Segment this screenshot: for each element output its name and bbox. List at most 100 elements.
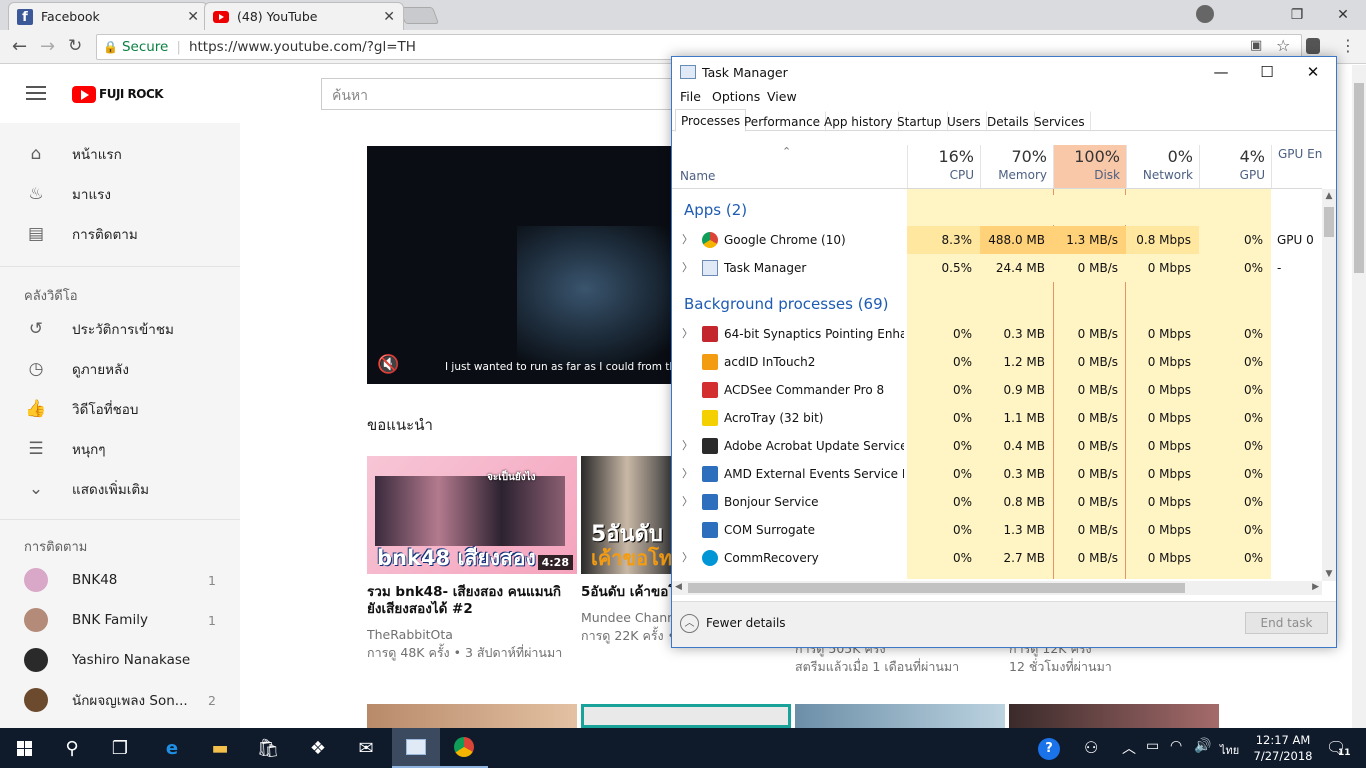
tab-users[interactable]: Users: [941, 111, 987, 132]
maximize-icon[interactable]: ☐: [1244, 57, 1290, 87]
store-icon[interactable]: 🛍: [244, 728, 292, 768]
column-cpu[interactable]: 16% CPU: [907, 145, 980, 189]
chevron-right-icon[interactable]: 〉: [682, 488, 693, 516]
chevron-up-icon[interactable]: ︿: [680, 614, 699, 633]
channel-name[interactable]: TheRabbitOta: [367, 626, 572, 644]
sidebar-item-show-more[interactable]: ⌄ แสดงเพิ่มเติม: [0, 469, 240, 509]
back-icon[interactable]: ←: [12, 36, 27, 57]
sidebar-item-trending[interactable]: ♨ มาแรง: [0, 174, 240, 214]
chevron-right-icon[interactable]: 〉: [682, 254, 693, 282]
sidebar-item-home[interactable]: ⌂ หน้าแรก: [0, 134, 240, 174]
windows-start-icon[interactable]: [0, 728, 48, 768]
subscription-item[interactable]: Yashiro Nanakase: [0, 640, 240, 680]
process-row[interactable]: acdID InTouch2 0% 1.2 MB 0 MB/s 0 Mbps 0%: [672, 348, 1322, 376]
hamburger-icon[interactable]: [26, 86, 46, 100]
vertical-scrollbar[interactable]: ▲ ▼: [1322, 189, 1336, 581]
process-row[interactable]: 〉 64-bit Synaptics Pointing Enhan... 0% 0.3…: [672, 320, 1322, 348]
process-row[interactable]: 〉 Adobe Acrobat Update Service (... 0% 0.4 …: [672, 432, 1322, 460]
tab-services[interactable]: Services: [1028, 111, 1091, 132]
battery-icon[interactable]: ▭: [1146, 738, 1159, 754]
column-gpu-engine[interactable]: GPU Engine: [1271, 145, 1322, 189]
video-thumbnail[interactable]: [795, 704, 1005, 728]
process-row[interactable]: ACDSee Commander Pro 8 0% 0.9 MB 0 MB/s 0 Mb…: [672, 376, 1322, 404]
process-row[interactable]: COM Surrogate 0% 1.3 MB 0 MB/s 0 Mbps 0%: [672, 516, 1322, 544]
profile-icon[interactable]: [1196, 5, 1214, 23]
scroll-up-icon[interactable]: ▲: [1322, 191, 1336, 201]
scroll-left-icon[interactable]: ◀: [675, 582, 682, 592]
sidebar-item-playlist[interactable]: ☰ หนุกๆ: [0, 429, 240, 469]
subscription-item[interactable]: BNK48 1: [0, 560, 240, 600]
task-view-icon[interactable]: ❐: [96, 728, 144, 768]
scroll-thumb[interactable]: [1324, 207, 1334, 237]
volume-icon[interactable]: 🔊: [1194, 738, 1211, 754]
sidebar-item-history[interactable]: ↺ ประวัติการเข้าชม: [0, 309, 240, 349]
process-row[interactable]: 〉 AMD External Events Service M... 0% 0.3 M…: [672, 460, 1322, 488]
wifi-icon[interactable]: ◠: [1170, 738, 1182, 754]
mail-icon[interactable]: ✉: [342, 728, 390, 768]
tab-facebook[interactable]: f Facebook ✕: [8, 2, 208, 30]
column-memory[interactable]: 70% Memory: [980, 145, 1053, 189]
language-indicator[interactable]: ไทย: [1220, 741, 1239, 759]
muted-icon[interactable]: 🔇: [377, 354, 399, 375]
close-window-icon[interactable]: ✕: [1320, 0, 1366, 30]
close-icon[interactable]: ✕: [187, 9, 199, 25]
process-row[interactable]: AcroTray (32 bit) 0% 1.1 MB 0 MB/s 0 Mbps 0%: [672, 404, 1322, 432]
video-thumbnail[interactable]: [1009, 704, 1219, 728]
video-thumbnail[interactable]: 5อันดับ เค้าขอโท: [581, 456, 673, 574]
minimize-icon[interactable]: —: [1198, 57, 1244, 87]
chevron-right-icon[interactable]: 〉: [682, 544, 693, 572]
chevron-right-icon[interactable]: 〉: [682, 432, 693, 460]
forward-icon[interactable]: →: [40, 36, 55, 57]
fewer-details-link[interactable]: Fewer details: [706, 616, 786, 630]
tab-startup[interactable]: Startup: [891, 111, 948, 132]
chevron-right-icon[interactable]: 〉: [682, 460, 693, 488]
restore-icon[interactable]: ❐: [1274, 0, 1320, 30]
search-input[interactable]: ค้นหา: [321, 78, 681, 110]
star-icon[interactable]: ☆: [1276, 36, 1290, 55]
edge-icon[interactable]: e: [148, 728, 196, 768]
sidebar-item-liked[interactable]: 👍 วิดีโอที่ชอบ: [0, 389, 240, 429]
dropbox-icon[interactable]: ❖: [294, 728, 342, 768]
help-icon[interactable]: ?: [1038, 738, 1060, 760]
video-title[interactable]: 5อันดับ เค้าขอโ BNK48: [581, 584, 673, 601]
close-icon[interactable]: ✕: [1290, 57, 1336, 87]
process-row[interactable]: 〉 Task Manager 0.5% 24.4 MB 0 MB/s 0 Mbp…: [672, 254, 1322, 282]
search-icon[interactable]: ⚲: [48, 728, 96, 768]
menu-view[interactable]: View: [767, 89, 797, 104]
video-thumbnail[interactable]: [367, 704, 577, 728]
chrome-taskbar-icon[interactable]: [440, 728, 488, 768]
video-player[interactable]: 🔇 I just wanted to run as far as I could…: [367, 146, 677, 384]
sidebar-item-watch-later[interactable]: ◷ ดูภายหลัง: [0, 349, 240, 389]
logo-text[interactable]: FUJI ROCK: [99, 87, 164, 101]
menu-file[interactable]: File: [680, 89, 701, 104]
chevron-right-icon[interactable]: 〉: [682, 320, 693, 348]
chevron-up-icon[interactable]: ︿: [1122, 738, 1136, 758]
subscription-item[interactable]: BNK Family 1: [0, 600, 240, 640]
reload-icon[interactable]: ↻: [68, 36, 82, 56]
column-disk[interactable]: 100% Disk: [1053, 145, 1126, 189]
page-scrollbar[interactable]: [1352, 65, 1366, 728]
youtube-logo-icon[interactable]: [72, 86, 96, 103]
tab-details[interactable]: Details: [981, 111, 1035, 132]
close-icon[interactable]: ✕: [383, 9, 395, 25]
people-icon[interactable]: ⚇: [1084, 738, 1098, 757]
extension-icon[interactable]: [1306, 38, 1320, 54]
video-title[interactable]: รวม bnk48- เสียงสอง คนแมนกิ ยังเสียงสองไ…: [367, 584, 572, 618]
task-manager-taskbar-icon[interactable]: [392, 728, 440, 768]
sort-up-icon[interactable]: ⌃: [782, 145, 791, 158]
horizontal-scrollbar[interactable]: ◀ ▶: [672, 581, 1322, 595]
menu-options[interactable]: Options: [712, 89, 760, 104]
column-gpu[interactable]: 4% GPU: [1199, 145, 1271, 189]
new-tab-button[interactable]: [398, 7, 440, 24]
subscription-item[interactable]: นักผจญเพลง Son... 2: [0, 680, 240, 720]
sidebar-item-subscriptions[interactable]: ▤ การติดตาม: [0, 214, 240, 254]
tab-performance[interactable]: Performance: [738, 111, 827, 132]
column-name[interactable]: Name: [680, 169, 715, 183]
scroll-down-icon[interactable]: ▼: [1322, 569, 1336, 579]
video-thumbnail[interactable]: จะเป็นยังไง bnk48 เสียงสอง 4:28: [367, 456, 577, 574]
video-thumbnail[interactable]: [581, 704, 791, 728]
channel-name[interactable]: Mundee Channe: [581, 609, 673, 627]
scroll-thumb[interactable]: [688, 583, 1185, 593]
tab-processes[interactable]: Processes: [675, 109, 747, 132]
file-explorer-icon[interactable]: ▬: [196, 728, 244, 768]
